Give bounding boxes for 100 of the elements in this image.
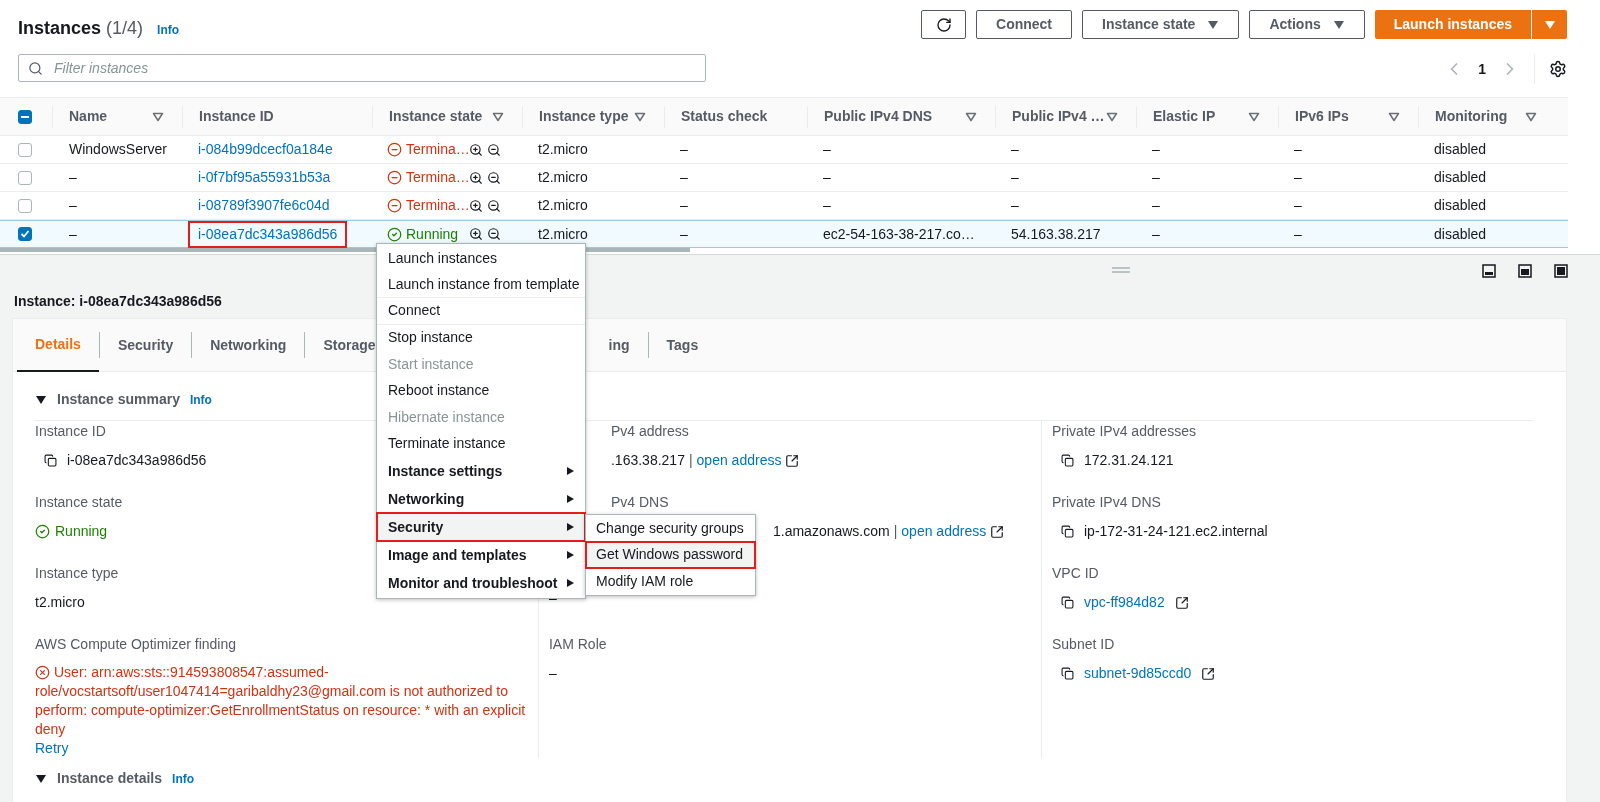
- column-header[interactable]: Public IPv4 …: [995, 105, 1136, 128]
- tab[interactable]: Tags: [648, 318, 717, 372]
- table-cell: –: [823, 169, 831, 185]
- copy-icon[interactable]: [44, 454, 57, 467]
- menu-item[interactable]: Image and templates: [377, 541, 585, 569]
- filter-field[interactable]: Filter instances: [18, 54, 706, 82]
- copy-icon[interactable]: [1061, 667, 1074, 680]
- table-row[interactable]: – i-08ea7dc343a986d56 Running t2.micro – ec2-54-163-38-217.co… 54.163.38.217 – – disabled: [0, 220, 1568, 248]
- dropdown-button[interactable]: Actions: [1249, 10, 1365, 39]
- external-link-icon[interactable]: [1201, 666, 1216, 681]
- field-value: 172.31.24.121: [1084, 451, 1174, 470]
- external-link-icon[interactable]: [1174, 595, 1189, 610]
- zoom-in-icon[interactable]: [469, 227, 483, 241]
- menu-item[interactable]: Networking: [377, 485, 585, 513]
- section-title[interactable]: Instance summary: [57, 389, 180, 410]
- dropdown-button[interactable]: Instance state: [1082, 10, 1240, 39]
- zoom-out-icon[interactable]: [487, 227, 501, 241]
- collapse-icon[interactable]: [35, 394, 47, 405]
- table-row[interactable]: WindowsServer i-084b99dcecf0a184e Termina… t2.micro – – – – – disabled: [0, 136, 1568, 164]
- column-header[interactable]: Status check: [664, 105, 807, 128]
- sort-icon[interactable]: [1525, 111, 1537, 122]
- drag-handle-icon[interactable]: [1112, 267, 1130, 273]
- panel-layout-icon[interactable]: [1482, 264, 1496, 278]
- instance-id-link[interactable]: i-08ea7dc343a986d56: [190, 222, 346, 246]
- column-header[interactable]: IPv6 IPs: [1278, 105, 1418, 128]
- tab[interactable]: ing: [605, 318, 648, 372]
- copy-icon[interactable]: [1061, 525, 1074, 538]
- menu-item[interactable]: Stop instance: [377, 324, 585, 351]
- field-label: Subnet ID: [1052, 635, 1115, 654]
- checkbox[interactable]: [18, 227, 32, 241]
- section-title[interactable]: Instance details: [57, 768, 163, 789]
- refresh-button[interactable]: [921, 10, 966, 39]
- collapse-icon[interactable]: [35, 773, 47, 784]
- state-label: Termina…: [406, 196, 470, 215]
- column-header[interactable]: Name: [52, 105, 182, 128]
- column-header[interactable]: Instance type: [522, 105, 664, 128]
- table-cell: –: [1294, 225, 1302, 242]
- sort-icon[interactable]: [1388, 111, 1400, 122]
- check-circle-icon: [35, 524, 50, 539]
- open-address-link[interactable]: open address: [901, 521, 987, 542]
- instance-id-link[interactable]: i-084b99dcecf0a184e: [190, 138, 341, 161]
- column-header[interactable]: Elastic IP: [1136, 105, 1278, 128]
- panel-layout-icon[interactable]: [1554, 264, 1568, 278]
- sort-icon[interactable]: [1106, 111, 1118, 122]
- table-row[interactable]: – i-0f7bf95a55931b53a Termina… t2.micro – – – – – disabled: [0, 164, 1568, 192]
- sort-icon[interactable]: [634, 111, 646, 122]
- column-header[interactable]: Instance state: [372, 105, 522, 128]
- open-address-link[interactable]: open address: [696, 450, 782, 471]
- sort-icon[interactable]: [152, 111, 164, 122]
- column-header[interactable]: Instance ID: [182, 105, 372, 128]
- menu-item[interactable]: Launch instances: [377, 245, 585, 272]
- link[interactable]: subnet-9d85ccd0: [1084, 663, 1192, 684]
- zoom-in-icon[interactable]: [469, 142, 483, 157]
- panel-layout-icon[interactable]: [1518, 264, 1532, 278]
- tab[interactable]: Networking: [192, 318, 305, 372]
- table-cell: –: [1011, 141, 1019, 157]
- copy-icon[interactable]: [1061, 454, 1074, 467]
- instance-id-link[interactable]: i-0f7bf95a55931b53a: [190, 166, 339, 189]
- info-link[interactable]: Info: [157, 21, 180, 39]
- menu-item[interactable]: Modify IAM role: [586, 568, 755, 595]
- zoom-out-icon[interactable]: [487, 142, 501, 157]
- external-link-icon[interactable]: [785, 453, 800, 468]
- info-link[interactable]: Info: [189, 390, 212, 409]
- column-header[interactable]: Monitoring: [1418, 105, 1555, 128]
- copy-icon[interactable]: [1061, 596, 1074, 609]
- menu-item[interactable]: Get Windows password: [586, 541, 755, 568]
- table-cell: –: [1294, 141, 1302, 157]
- menu-item[interactable]: Instance settings: [377, 457, 585, 485]
- menu-item[interactable]: Change security groups: [586, 515, 755, 542]
- menu-item[interactable]: Security: [377, 513, 585, 541]
- tab[interactable]: Security: [99, 318, 192, 372]
- info-link[interactable]: Info: [172, 769, 195, 788]
- menu-item[interactable]: Launch instance from template: [377, 271, 585, 298]
- page-number[interactable]: 1: [1478, 58, 1486, 80]
- table-cell: –: [1152, 169, 1160, 185]
- refresh-icon: [935, 16, 952, 33]
- checkbox[interactable]: [18, 170, 32, 185]
- instance-id-link[interactable]: i-08789f3907fe6c04d: [190, 194, 338, 217]
- column-header[interactable]: Public IPv4 DNS: [807, 105, 995, 128]
- zoom-out-icon[interactable]: [487, 198, 501, 213]
- sort-icon[interactable]: [965, 111, 977, 122]
- caret-icon: [1543, 19, 1556, 30]
- sort-icon[interactable]: [1248, 111, 1260, 122]
- submenu-arrow-icon: [567, 495, 574, 503]
- zoom-in-icon[interactable]: [469, 198, 483, 213]
- external-link-icon[interactable]: [990, 524, 1005, 539]
- zoom-out-icon[interactable]: [487, 170, 501, 185]
- launch-menu-button[interactable]: [1532, 10, 1567, 39]
- menu-item[interactable]: Connect: [377, 298, 585, 325]
- sort-icon[interactable]: [492, 111, 504, 122]
- checkbox[interactable]: [18, 109, 32, 124]
- settings-icon[interactable]: [1549, 60, 1567, 78]
- checkbox[interactable]: [18, 142, 32, 157]
- link[interactable]: vpc-ff984d82: [1084, 592, 1165, 613]
- connect-button[interactable]: Connect: [976, 10, 1072, 39]
- menu-item[interactable]: Terminate instance: [377, 430, 585, 457]
- menu-item[interactable]: Reboot instance: [377, 377, 585, 404]
- checkbox[interactable]: [18, 198, 32, 213]
- zoom-in-icon[interactable]: [469, 170, 483, 185]
- retry-link[interactable]: Retry: [35, 739, 528, 758]
